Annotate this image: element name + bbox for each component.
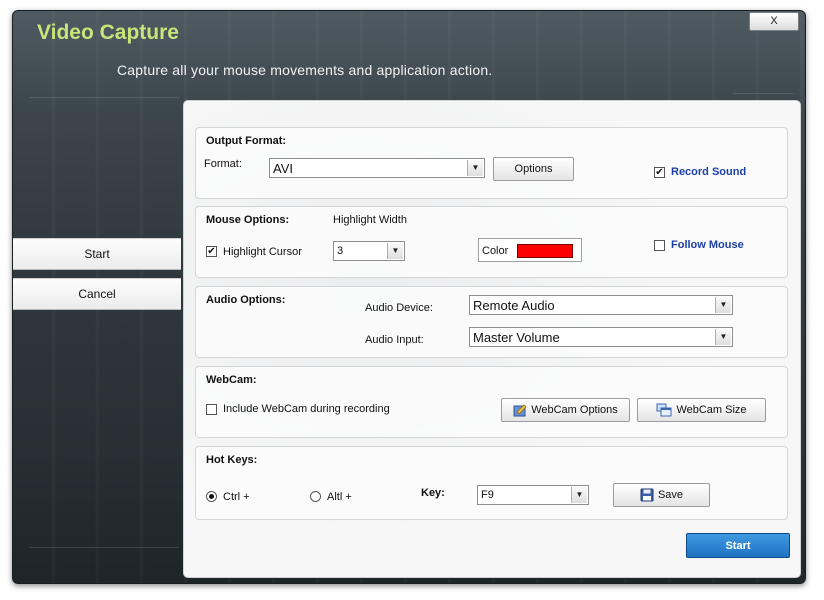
highlight-width-value: 3 xyxy=(337,245,344,257)
highlight-width-select[interactable]: 3 ▼ xyxy=(333,241,405,261)
save-label: Save xyxy=(657,489,684,501)
webcam-group: WebCam: Include WebCam during recording … xyxy=(195,366,788,438)
color-label: Color xyxy=(482,245,509,257)
color-picker-button[interactable]: Color xyxy=(478,238,582,262)
ctrl-label: Ctrl + xyxy=(223,491,250,503)
format-select[interactable]: AVI ▼ xyxy=(269,158,485,178)
highlight-cursor-label: Highlight Cursor xyxy=(223,246,302,258)
settings-panel: Output Format: Format: AVI ▼ Options ✔ R… xyxy=(183,100,801,578)
key-value: F9 xyxy=(481,489,494,501)
follow-mouse-label[interactable]: Follow Mouse xyxy=(671,239,744,251)
format-value: AVI xyxy=(273,161,293,176)
ctrl-radio[interactable] xyxy=(206,491,217,502)
webcam-options-button[interactable]: WebCam Options xyxy=(501,398,630,422)
webcam-options-label: WebCam Options xyxy=(531,404,618,416)
audio-device-label: Audio Device: xyxy=(365,302,433,314)
color-swatch[interactable] xyxy=(517,244,573,258)
audio-options-group: Audio Options: Audio Device: Remote Audi… xyxy=(195,286,788,358)
audio-options-heading: Audio Options: xyxy=(206,294,286,306)
key-select[interactable]: F9 ▼ xyxy=(477,485,589,505)
window-title: Video Capture xyxy=(37,21,179,44)
decorative-divider xyxy=(29,547,179,548)
window-subtitle: Capture all your mouse movements and app… xyxy=(117,62,493,78)
alt-label: Altl + xyxy=(327,491,352,503)
mouse-options-heading: Mouse Options: xyxy=(206,214,290,226)
floppy-disk-icon xyxy=(640,488,654,502)
alt-radio[interactable] xyxy=(310,491,321,502)
mouse-options-group: Mouse Options: Highlight Width ✔ Highlig… xyxy=(195,206,788,278)
output-format-heading: Output Format: xyxy=(206,135,287,147)
highlight-cursor-checkbox[interactable]: ✔ xyxy=(206,246,217,257)
chevron-down-icon[interactable]: ▼ xyxy=(715,297,731,313)
webcam-size-label: WebCam Size xyxy=(676,404,747,416)
highlight-width-label: Highlight Width xyxy=(333,214,407,226)
output-format-group: Output Format: Format: AVI ▼ Options ✔ R… xyxy=(195,127,788,199)
webcam-options-icon xyxy=(513,404,527,417)
decorative-divider xyxy=(29,97,179,98)
window-size-icon xyxy=(656,403,672,417)
start-button[interactable]: Start xyxy=(686,533,790,558)
audio-device-value: Remote Audio xyxy=(473,298,555,313)
chevron-down-icon[interactable]: ▼ xyxy=(715,329,731,345)
record-sound-checkbox[interactable]: ✔ xyxy=(654,167,665,178)
hot-keys-heading: Hot Keys: xyxy=(206,454,258,466)
save-button[interactable]: Save xyxy=(613,483,710,507)
webcam-heading: WebCam: xyxy=(206,374,257,386)
audio-device-select[interactable]: Remote Audio ▼ xyxy=(469,295,733,315)
key-label: Key: xyxy=(421,487,445,499)
close-button[interactable]: X xyxy=(749,12,799,31)
include-webcam-label: Include WebCam during recording xyxy=(223,403,390,415)
audio-input-select[interactable]: Master Volume ▼ xyxy=(469,327,733,347)
sidebar-item-start[interactable]: Start xyxy=(13,238,181,270)
follow-mouse-checkbox[interactable] xyxy=(654,240,665,251)
webcam-size-button[interactable]: WebCam Size xyxy=(637,398,766,422)
chevron-down-icon[interactable]: ▼ xyxy=(571,487,587,503)
decorative-divider xyxy=(733,93,793,94)
hot-keys-group: Hot Keys: Ctrl + Altl + Key: F9 ▼ Save xyxy=(195,446,788,520)
app-window: Video Capture Capture all your mouse mov… xyxy=(12,10,806,584)
chevron-down-icon[interactable]: ▼ xyxy=(387,243,403,259)
audio-input-label: Audio Input: xyxy=(365,334,424,346)
audio-input-value: Master Volume xyxy=(473,330,560,345)
include-webcam-checkbox[interactable] xyxy=(206,404,217,415)
chevron-down-icon[interactable]: ▼ xyxy=(467,160,483,176)
record-sound-label[interactable]: Record Sound xyxy=(671,166,746,178)
sidebar-item-cancel[interactable]: Cancel xyxy=(13,278,181,310)
format-label: Format: xyxy=(204,158,242,170)
options-button[interactable]: Options xyxy=(493,157,574,181)
